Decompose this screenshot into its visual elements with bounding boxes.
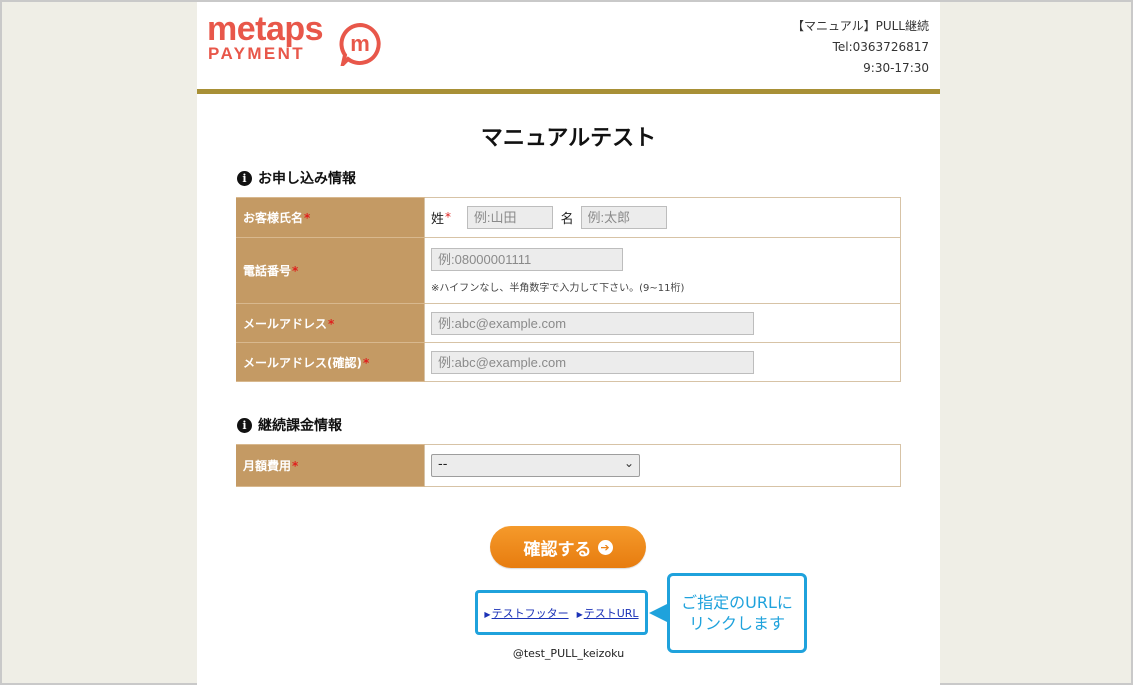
- first-name-label: 名: [560, 212, 574, 227]
- callout-pointer: [649, 603, 669, 623]
- monthly-fee-row-header: 月額費用*: [236, 444, 425, 487]
- billing-form-table: 月額費用* -- ⌄: [236, 444, 901, 487]
- required-mark: *: [292, 459, 299, 473]
- confirm-button-label: 確認する: [523, 539, 592, 560]
- application-section-title: お申し込み情報: [258, 171, 356, 187]
- required-mark: *: [362, 355, 370, 370]
- required-mark: *: [292, 264, 299, 278]
- monthly-fee-label: 月額費用: [243, 459, 292, 473]
- required-mark: *: [445, 210, 452, 224]
- phone-row-cell: 例:08000001111 ※ハイフンなし、半角数字で入力して下さい。(9~11…: [424, 237, 901, 304]
- info-icon: i: [237, 417, 252, 433]
- svg-text:m: m: [350, 31, 370, 56]
- billing-section-heading: i 継続課金情報: [237, 415, 342, 435]
- required-mark: *: [304, 211, 311, 225]
- callout-line-1: ご指定のURLに: [681, 593, 793, 612]
- footer-links-highlight: ▶テストフッター ▶テストURL: [475, 590, 648, 635]
- header-divider: [197, 89, 940, 94]
- name-row: お客様氏名* 姓* 例:山田 名 例:太郎: [236, 197, 901, 238]
- email-confirm-row-cell: 例:abc@example.com: [424, 342, 901, 382]
- email-confirm-label: メールアドレス(確認): [243, 355, 362, 370]
- phone-row-header: 電話番号*: [236, 237, 425, 304]
- application-section-heading: i お申し込み情報: [237, 168, 356, 188]
- email-row-cell: 例:abc@example.com: [424, 303, 901, 343]
- phone-note: ※ハイフンなし、半角数字で入力して下さい。(9~11桁): [431, 282, 685, 294]
- logo-text-payment: PAYMENT: [208, 44, 306, 63]
- caret-right-icon: ▶: [576, 609, 583, 619]
- name-row-header: お客様氏名*: [236, 197, 425, 238]
- email-confirm-row-header: メールアドレス(確認)*: [236, 342, 425, 382]
- name-label: お客様氏名: [243, 211, 304, 225]
- email-input[interactable]: 例:abc@example.com: [431, 311, 754, 335]
- logo-speech-bubble-icon: m: [339, 22, 381, 66]
- email-confirm-row: メールアドレス(確認)* 例:abc@example.com: [236, 342, 901, 382]
- phone-row: 電話番号* 例:08000001111 ※ハイフンなし、半角数字で入力して下さい…: [236, 237, 901, 304]
- page-header: metaps PAYMENT m 【マニュアル】PULL継続 Tel:03637…: [197, 2, 940, 94]
- confirm-button[interactable]: 確認する ➔: [490, 526, 646, 568]
- footer-link-label: テストフッター: [491, 606, 569, 620]
- email-row: メールアドレス* 例:abc@example.com: [236, 303, 901, 343]
- monthly-fee-row-cell: -- ⌄: [424, 444, 901, 487]
- footer-link-test-url[interactable]: ▶テストURL: [577, 605, 639, 621]
- last-name-label: 姓: [431, 212, 445, 227]
- arrow-circle-right-icon: ➔: [597, 539, 613, 555]
- footer-link-test-footer[interactable]: ▶テストフッター: [484, 605, 568, 621]
- annotation-callout: ご指定のURLに リンクします: [667, 573, 807, 653]
- callout-line-2: リンクします: [688, 614, 785, 633]
- merchant-name: 【マニュアル】PULL継続: [791, 19, 929, 33]
- merchant-info: 【マニュアル】PULL継続 Tel:0363726817 9:30-17:30: [792, 16, 929, 79]
- billing-section-title: 継続課金情報: [258, 418, 342, 434]
- monthly-fee-select[interactable]: -- ⌄: [431, 454, 640, 477]
- logo-text-metaps: metaps: [207, 10, 324, 48]
- payment-page: metaps PAYMENT m 【マニュアル】PULL継続 Tel:03637…: [197, 2, 940, 685]
- metaps-payment-logo: metaps PAYMENT m: [207, 10, 381, 68]
- required-mark: *: [328, 316, 335, 331]
- phone-label: 電話番号: [243, 264, 292, 278]
- merchant-hours: 9:30-17:30: [863, 61, 929, 75]
- chevron-down-icon: ⌄: [623, 456, 634, 470]
- monthly-fee-selected-value: --: [438, 457, 448, 472]
- email-row-header: メールアドレス*: [236, 303, 425, 343]
- application-form-table: お客様氏名* 姓* 例:山田 名 例:太郎 電話番号* 例:0800000111…: [236, 197, 901, 382]
- name-row-cell: 姓* 例:山田 名 例:太郎: [424, 197, 901, 238]
- email-confirm-input[interactable]: 例:abc@example.com: [431, 350, 754, 374]
- phone-input[interactable]: 例:08000001111: [431, 247, 623, 271]
- monthly-fee-row: 月額費用* -- ⌄: [236, 444, 901, 487]
- page-title: マニュアルテスト: [480, 126, 657, 151]
- first-name-input[interactable]: 例:太郎: [580, 206, 667, 229]
- info-icon: i: [237, 170, 252, 186]
- last-name-input[interactable]: 例:山田: [466, 206, 553, 229]
- footer-copyright: @test_PULL_keizoku: [512, 647, 625, 660]
- merchant-tel: Tel:0363726817: [832, 40, 929, 54]
- footer-link-label: テストURL: [583, 606, 639, 620]
- email-label: メールアドレス: [243, 316, 328, 331]
- caret-right-icon: ▶: [484, 609, 491, 619]
